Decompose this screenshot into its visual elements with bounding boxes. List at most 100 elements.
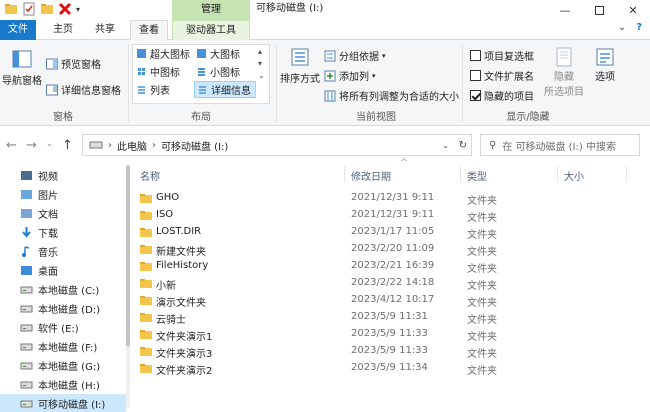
file-date: 2023/5/9 11:31 — [351, 311, 428, 322]
file-ext-checkbox[interactable] — [470, 70, 481, 81]
maximize-button[interactable] — [582, 0, 616, 20]
file-ext-toggle[interactable]: 文件扩展名 — [470, 68, 534, 83]
file-row[interactable]: 文件夹演示1 2023/5/9 11:33 文件夹 — [140, 326, 640, 343]
item-checkboxes-checkbox[interactable] — [470, 50, 481, 61]
address-bar[interactable]: › 此电脑 › 可移动磁盘 (I:) ⌄ ↻ — [82, 134, 472, 156]
file-row[interactable]: GHO 2021/12/31 9:11 文件夹 — [140, 190, 640, 207]
column-header-size[interactable]: 大小 — [564, 168, 584, 183]
breadcrumb-separator-icon: › — [152, 139, 156, 151]
nav-item[interactable]: 可移动磁盘 (I:) — [0, 394, 126, 412]
details-pane-button[interactable]: 详细信息窗格 — [46, 82, 121, 97]
dropdown-icon: ▾ — [372, 71, 376, 80]
minimize-button[interactable]: — — [548, 0, 582, 20]
column-divider[interactable] — [460, 166, 461, 182]
column-header-name[interactable]: 名称 — [140, 168, 160, 183]
nav-item[interactable]: 本地磁盘 (C:) — [20, 280, 99, 298]
nav-item[interactable]: 视频 — [20, 166, 58, 184]
add-column-button[interactable]: 添加列 ▾ — [324, 68, 376, 83]
options-button[interactable]: 选项 — [594, 46, 616, 83]
column-header-type[interactable]: 类型 — [467, 168, 487, 183]
video-icon — [21, 170, 32, 180]
nav-item-label: 下载 — [38, 228, 58, 240]
file-row[interactable]: ISO 2021/12/31 9:11 文件夹 — [140, 207, 640, 224]
nav-item[interactable]: 桌面 — [20, 261, 58, 279]
tab-home[interactable]: 主页 — [44, 20, 82, 40]
help-icon[interactable]: ? — [636, 22, 642, 33]
ribbon-tabs: 文件 主页 共享 查看 驱动器工具 — [0, 20, 650, 41]
column-divider[interactable] — [626, 166, 627, 182]
file-name: 小新 — [156, 281, 176, 292]
folder-icon[interactable] — [4, 2, 18, 16]
file-row[interactable]: 文件夹演示3 2023/5/9 11:33 文件夹 — [140, 343, 640, 360]
column-divider[interactable] — [344, 166, 345, 182]
nav-item[interactable]: 图片 — [20, 185, 58, 203]
file-type: 文件夹 — [467, 213, 497, 224]
file-row[interactable]: 文件夹演示2 2023/5/9 11:34 文件夹 — [140, 360, 640, 377]
tab-file[interactable]: 文件 — [0, 20, 36, 40]
forward-arrow-icon[interactable]: → — [26, 138, 37, 153]
folder-icon — [140, 313, 152, 322]
back-arrow-icon[interactable]: ← — [6, 138, 17, 153]
column-divider[interactable] — [557, 166, 558, 182]
nav-item[interactable]: 本地磁盘 (D:) — [20, 299, 100, 317]
list-option[interactable]: 列表 — [136, 82, 170, 97]
file-row[interactable]: 新建文件夹 2023/2/20 11:09 文件夹 — [140, 241, 640, 258]
nav-item[interactable]: 本地磁盘 (F:) — [20, 337, 97, 355]
file-row[interactable]: 演示文件夹 2023/4/12 10:17 文件夹 — [140, 292, 640, 309]
address-dropdown-icon[interactable]: ⌄ — [442, 141, 449, 150]
nav-item-label: 可移动磁盘 (I:) — [38, 399, 106, 411]
hidden-items-toggle[interactable]: 隐藏的项目 — [470, 88, 534, 103]
hide-selected-label: 所选项目 — [544, 87, 584, 98]
expand-ribbon-icon[interactable]: ⌄ — [618, 22, 626, 33]
delete-icon[interactable] — [58, 2, 72, 16]
file-type: 文件夹 — [467, 281, 497, 292]
nav-item[interactable]: 软件 (E:) — [20, 318, 79, 336]
layout-scroll-icon[interactable]: ▴ ▾ ⌄ — [258, 46, 265, 82]
column-header-date[interactable]: 修改日期 — [351, 168, 391, 183]
properties-icon[interactable] — [22, 2, 36, 16]
divider — [128, 44, 129, 122]
tab-drive-tools[interactable]: 驱动器工具 — [172, 20, 250, 41]
nav-item[interactable]: 下载 — [20, 223, 58, 241]
nav-item[interactable]: 音乐 — [20, 242, 58, 260]
tab-view[interactable]: 查看 — [130, 20, 168, 41]
large-icons-option[interactable]: 大图标 — [196, 46, 240, 61]
desktop-icon — [21, 265, 32, 275]
window-controls: — ✕ — [548, 0, 650, 20]
file-row[interactable]: 云骑士 2023/5/9 11:31 文件夹 — [140, 309, 640, 326]
layout-group-label: 布局 — [191, 112, 211, 123]
tab-share[interactable]: 共享 — [86, 20, 124, 40]
hide-selected-button[interactable]: 隐藏 所选项目 — [544, 46, 584, 98]
file-row[interactable]: LOST.DIR 2023/1/17 11:05 文件夹 — [140, 224, 640, 241]
breadcrumb-this-pc[interactable]: 此电脑 — [117, 138, 147, 153]
medium-icons-option[interactable]: 中图标 — [136, 64, 180, 79]
breadcrumb-current[interactable]: 可移动磁盘 (I:) — [161, 138, 228, 153]
close-button[interactable]: ✕ — [616, 0, 650, 20]
nav-item[interactable]: 文档 — [20, 204, 58, 222]
customize-toolbar-icon[interactable]: ▾ — [76, 5, 80, 14]
nav-item[interactable]: 本地磁盘 (G:) — [20, 356, 100, 374]
search-box[interactable]: ⚲ 在 可移动磁盘 (I:) 中搜索 — [480, 134, 640, 156]
file-row[interactable]: 小新 2023/2/22 14:18 文件夹 — [140, 275, 640, 292]
file-date: 2023/2/22 14:18 — [351, 277, 435, 288]
new-folder-icon[interactable] — [40, 2, 54, 16]
file-date: 2021/12/31 9:11 — [351, 209, 435, 220]
up-arrow-icon[interactable]: ↑ — [62, 138, 73, 153]
item-checkboxes-toggle[interactable]: 项目复选框 — [470, 48, 534, 63]
group-by-button[interactable]: 分组依据 ▾ — [324, 48, 386, 63]
ribbon: 导航窗格 预览窗格 详细信息窗格 窗格 超大图标 大图标 中图标 小图标 列表 … — [0, 40, 650, 126]
sort-by-button[interactable]: 排序方式 — [280, 46, 320, 85]
xl-icons-option[interactable]: 超大图标 — [136, 46, 190, 61]
refresh-icon[interactable]: ↻ — [459, 140, 467, 151]
nav-pane-button[interactable]: 导航窗格 — [2, 48, 42, 87]
preview-pane-button[interactable]: 预览窗格 — [46, 56, 101, 71]
hidden-items-checkbox[interactable] — [470, 90, 481, 101]
small-icons-option[interactable]: 小图标 — [196, 64, 240, 79]
details-option[interactable]: 详细信息 — [194, 81, 256, 98]
nav-item[interactable]: 本地磁盘 (H:) — [20, 375, 100, 393]
file-row[interactable]: FileHistory 2023/2/21 16:39 文件夹 — [140, 258, 640, 275]
hide-selected-icon — [556, 47, 572, 67]
recent-locations-icon[interactable]: ⌄ — [46, 139, 53, 148]
fit-columns-button[interactable]: 将所有列调整为合适的大小 — [324, 88, 459, 103]
file-name: 云骑士 — [156, 315, 186, 326]
